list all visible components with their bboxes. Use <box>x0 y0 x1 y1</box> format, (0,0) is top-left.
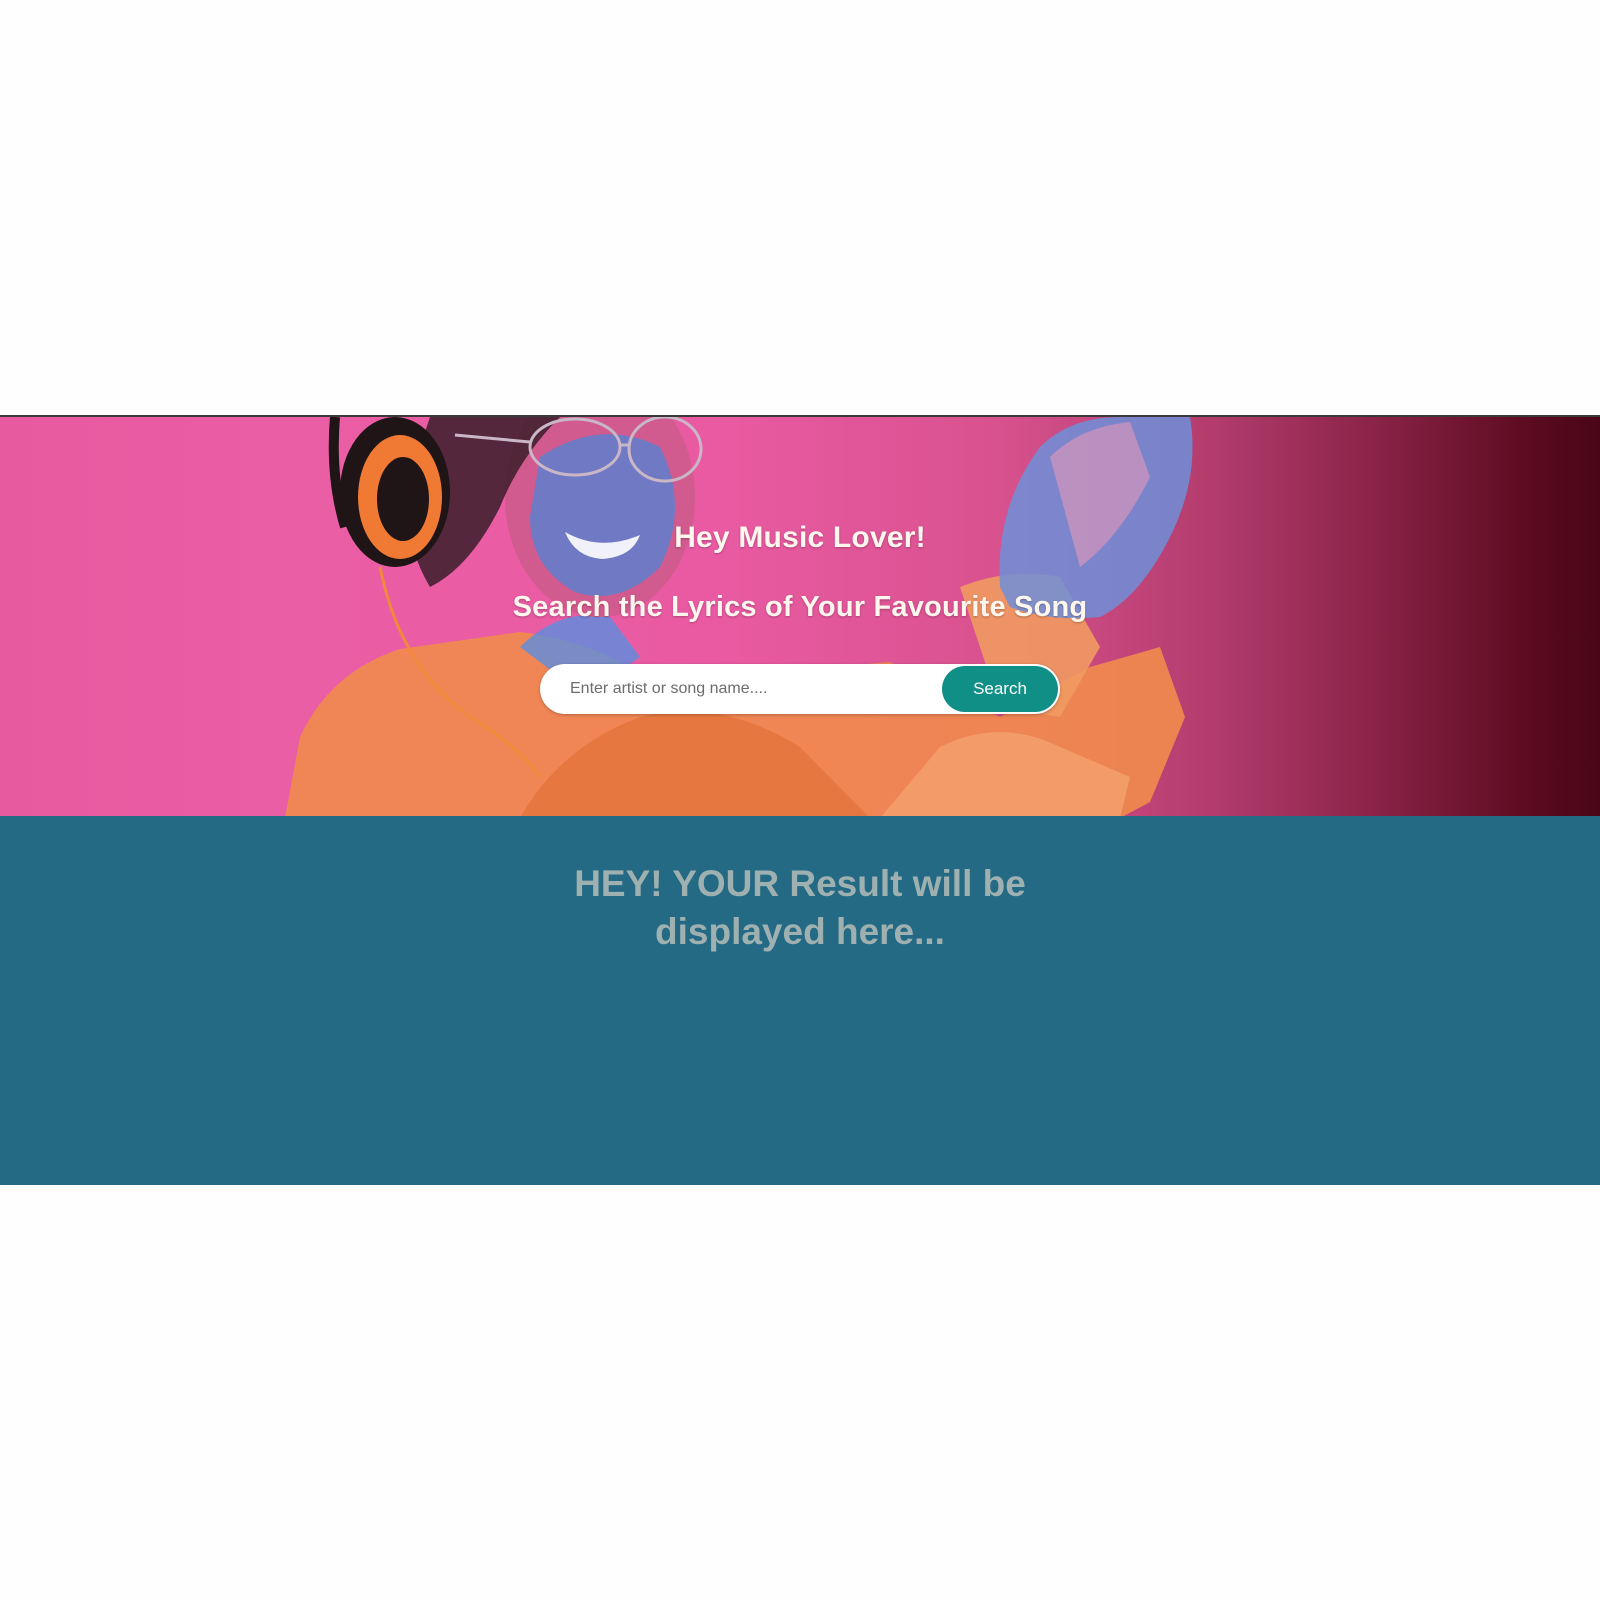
result-placeholder-text: HEY! YOUR Result will be displayed here.… <box>574 863 1026 952</box>
hero-title: Hey Music Lover! <box>674 521 926 554</box>
hero-subtitle: Search the Lyrics of Your Favourite Song <box>512 591 1088 623</box>
hero-banner: Hey Music Lover! Search the Lyrics of Yo… <box>0 415 1600 818</box>
result-section: HEY! YOUR Result will be displayed here.… <box>0 816 1600 1185</box>
hero-content: Hey Music Lover! Search the Lyrics of Yo… <box>0 417 1600 818</box>
search-input[interactable] <box>540 664 940 714</box>
search-button[interactable]: Search <box>942 666 1058 712</box>
page: Hey Music Lover! Search the Lyrics of Yo… <box>0 0 1600 1600</box>
search-bar: Search <box>540 664 1060 714</box>
